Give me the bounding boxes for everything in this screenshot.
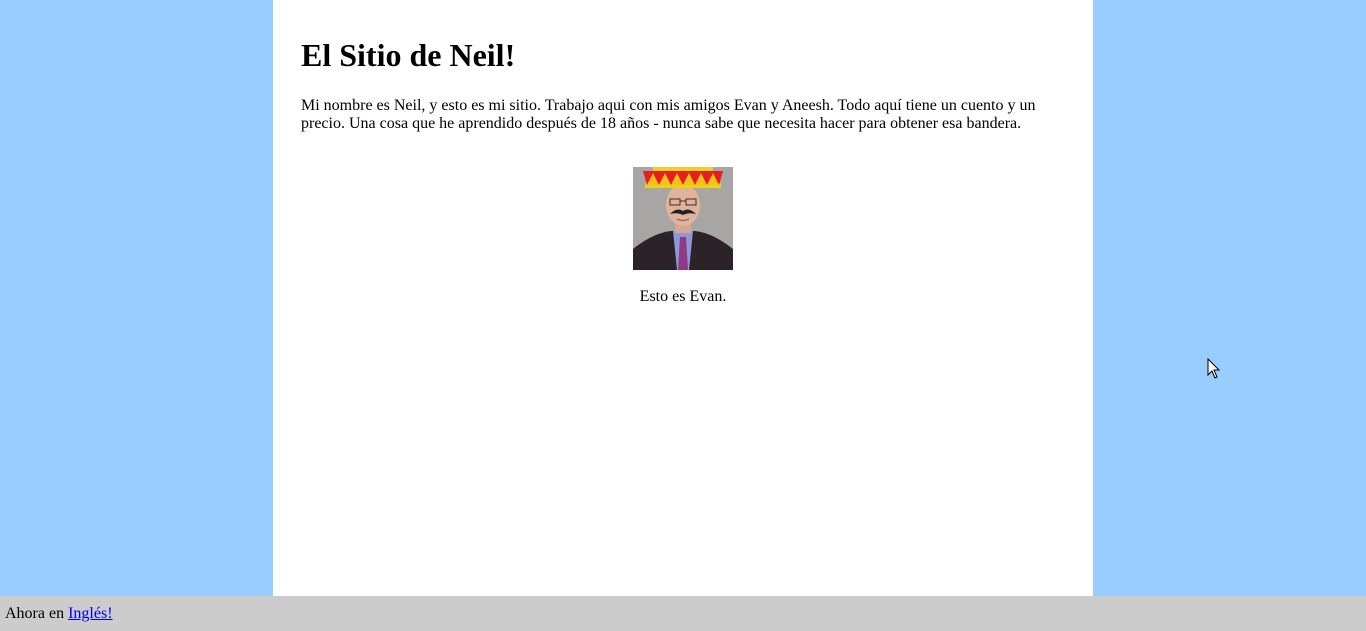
english-link[interactable]: Inglés! [68, 605, 112, 622]
photo-container [301, 167, 1065, 270]
page-content: El Sitio de Neil! Mi nombre es Neil, y e… [273, 0, 1093, 306]
page-title: El Sitio de Neil! [301, 37, 516, 73]
photo-caption: Esto es Evan. [639, 288, 727, 305]
evan-photo [633, 167, 733, 270]
footer-bar: Ahora en Inglés! [0, 596, 1366, 631]
footer-prefix: Ahora en [5, 605, 65, 622]
footer-content: Ahora en Inglés! [0, 596, 1366, 631]
mouse-cursor-icon [1207, 358, 1221, 379]
intro-paragraph: Mi nombre es Neil, y esto es mi sitio. T… [301, 97, 1036, 132]
main-page: El Sitio de Neil! Mi nombre es Neil, y e… [273, 0, 1093, 596]
